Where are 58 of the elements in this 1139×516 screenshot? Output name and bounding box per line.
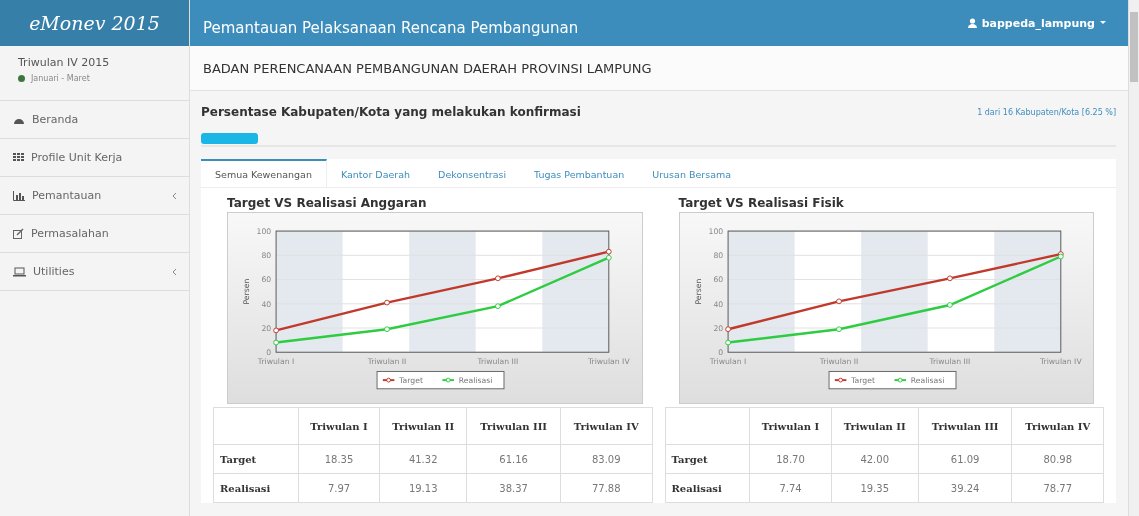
y-tick-label: 0: [717, 348, 723, 358]
legend-label: Realisasi: [910, 376, 944, 385]
legend-label: Realisasi: [458, 376, 493, 385]
y-axis-title: Persen: [693, 278, 703, 305]
chart-title: Target VS Realisasi Anggaran: [227, 196, 428, 210]
column-header: Triwulan II: [379, 407, 467, 445]
x-tick-label: Triwulan IV: [1039, 356, 1082, 366]
table-cell: 41.32: [379, 444, 467, 474]
table-cell: 78.77: [1012, 473, 1104, 503]
y-axis-title: Persen: [242, 278, 252, 305]
table-cell: 18.70: [750, 444, 832, 474]
table-cell: 38.37: [466, 473, 561, 503]
column-header: Triwulan I: [298, 407, 380, 445]
page-title: Pemantauan Pelaksanaan Rencana Pembangunan: [203, 19, 579, 37]
y-tick-label: 0: [266, 348, 272, 358]
y-tick-label: 100: [708, 226, 723, 236]
row-header: Realisasi: [213, 473, 299, 503]
legend-label: Target: [399, 376, 423, 385]
table-cell: 19.13: [379, 473, 467, 503]
period-range: Januari - Maret: [31, 74, 90, 83]
y-tick-label: 60: [713, 275, 723, 285]
confirmation-summary: 1 dari 16 Kabupaten/Kota [6.25 %]: [977, 107, 1116, 117]
y-tick-label: 20: [713, 323, 723, 333]
table-cell: 39.24: [918, 473, 1012, 503]
y-tick-label: 60: [261, 275, 272, 285]
row-header: Target: [213, 444, 299, 474]
organization-name: BADAN PERENCANAAN PEMBANGUNAN DAERAH PROVINSI LAMPUNG: [190, 46, 1128, 91]
table-cell: 83.09: [560, 444, 652, 474]
y-tick-label: 40: [713, 299, 723, 309]
table-cell: 18.35: [298, 444, 380, 474]
column-header: Triwulan I: [750, 407, 832, 445]
table-cell: 77.88: [560, 473, 652, 503]
section-title: Persentase Kabupaten/Kota yang melakukan konfirmasi: [201, 105, 581, 119]
table-cell: 80.98: [1012, 444, 1104, 474]
table-cell: 7.74: [750, 473, 832, 503]
y-tick-label: 100: [256, 226, 272, 236]
column-header: Triwulan II: [831, 407, 919, 445]
column-header: Triwulan III: [918, 407, 1012, 445]
y-tick-label: 20: [261, 323, 272, 333]
x-tick-label: Triwulan III: [477, 356, 519, 366]
row-header: Target: [665, 444, 750, 474]
y-tick-label: 40: [261, 299, 272, 309]
legend-label: Target: [850, 376, 875, 385]
x-tick-label: Triwulan III: [928, 356, 970, 366]
column-header: Triwulan IV: [1012, 407, 1104, 445]
table-cell: 19.35: [831, 473, 919, 503]
column-header: Triwulan III: [466, 407, 561, 445]
table-cell: 42.00: [831, 444, 919, 474]
table-cell: 7.97: [298, 473, 380, 503]
x-tick-label: Triwulan IV: [587, 356, 630, 366]
chart-title: Target VS Realisasi Fisik: [678, 196, 845, 210]
y-tick-label: 80: [261, 251, 272, 261]
column-header: Triwulan IV: [560, 407, 652, 445]
y-tick-label: 80: [713, 251, 723, 261]
period-title: Triwulan IV 2015: [18, 56, 111, 69]
row-header: Realisasi: [665, 473, 750, 503]
table-cell: 61.16: [466, 444, 561, 474]
table-cell: 61.09: [918, 444, 1012, 474]
